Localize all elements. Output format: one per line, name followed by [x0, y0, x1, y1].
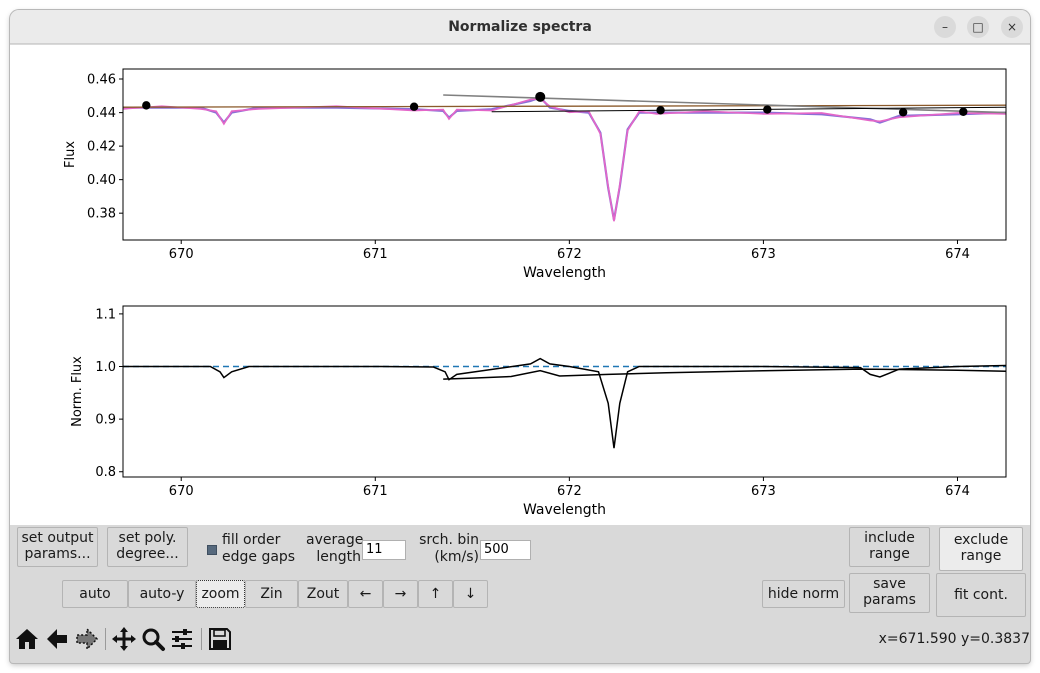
x-tick-label: 672: [557, 247, 582, 262]
back-icon[interactable]: [44, 626, 70, 652]
spectrum-line-a: [123, 96, 1007, 221]
plots-svg[interactable]: 670 671 672 673 674 0.38 0.40 0.42 0.44 0.46 Wavel…: [10, 45, 1030, 525]
axes-frame: [122, 305, 1007, 478]
fill-gaps-label-2: edge gaps: [222, 549, 296, 565]
zoom-in-button[interactable]: Zin: [245, 580, 298, 608]
set-output-params-label-2: params...: [24, 546, 91, 562]
average-length-label-2: length: [316, 549, 361, 565]
x-tick-label: 674: [945, 247, 970, 262]
continuum-point: [656, 106, 665, 115]
fill-gaps-label-1: fill order: [222, 532, 281, 548]
x-tick-label: 670: [169, 484, 194, 499]
x-tick-label: 671: [363, 484, 388, 499]
minimize-button[interactable]: –: [934, 16, 956, 38]
zoom-button[interactable]: zoom: [196, 580, 245, 608]
save-icon[interactable]: [207, 626, 233, 652]
maximize-button[interactable]: □: [967, 16, 989, 38]
include-range-label-1: include: [864, 530, 915, 546]
title-bar: Normalize spectra – □ ×: [10, 10, 1030, 44]
average-length-label-1: average: [306, 532, 364, 548]
fill-gaps-label: fill order edge gaps: [222, 532, 295, 566]
auto-button[interactable]: auto: [62, 580, 128, 608]
y-tick-label: 1.0: [95, 360, 116, 375]
exclude-range-label-1: exclude: [953, 532, 1009, 548]
pan-left-button[interactable]: ←: [348, 580, 383, 608]
x-axis-label: Wavelength: [523, 502, 606, 518]
forward-icon[interactable]: [74, 626, 100, 652]
spectrum-line-b: [122, 97, 1007, 222]
auto-y-button[interactable]: auto-y: [128, 580, 196, 608]
y-tick-label: 0.46: [87, 73, 116, 88]
y-tick-label: 0.40: [87, 173, 116, 188]
save-params-label-1: save: [873, 576, 906, 592]
x-tick-label: 673: [751, 484, 776, 499]
normalized-line: [443, 368, 1007, 380]
set-poly-degree-label-1: set poly.: [118, 530, 177, 546]
pan-up-button[interactable]: ↑: [418, 580, 453, 608]
search-bin-label-1: srch. bin: [419, 532, 479, 548]
fill-gaps-checkbox[interactable]: [207, 545, 217, 555]
save-params-button[interactable]: save params: [849, 573, 930, 613]
pan-down-button[interactable]: ↓: [453, 580, 488, 608]
x-tick-label: 674: [945, 484, 970, 499]
window-title: Normalize spectra: [448, 19, 592, 35]
search-bin-label: srch. bin (km/s): [415, 532, 479, 566]
cursor-coordinates: x=671.590 y=0.3837: [878, 631, 1030, 647]
toolbar-separator: [105, 628, 106, 650]
include-range-label-2: range: [869, 546, 910, 562]
fit-cont-button[interactable]: fit cont.: [936, 573, 1026, 617]
configure-subplots-icon[interactable]: [169, 626, 195, 652]
toolbar-separator: [201, 628, 202, 650]
continuum-point: [142, 101, 151, 110]
y-tick-label: 1.1: [95, 307, 116, 322]
y-tick-label: 0.42: [87, 140, 116, 155]
home-icon[interactable]: [14, 626, 40, 652]
exclude-range-button[interactable]: exclude range: [939, 527, 1023, 571]
y-tick-label: 0.9: [95, 413, 116, 428]
zoom-icon[interactable]: [140, 626, 166, 652]
set-poly-degree-button[interactable]: set poly. degree...: [107, 527, 188, 567]
y-axis-label: Flux: [63, 141, 78, 168]
y-tick-label: 0.44: [87, 106, 116, 121]
normalized-line: [123, 357, 1007, 449]
pan-right-button[interactable]: →: [383, 580, 418, 608]
save-params-label-2: params: [863, 592, 916, 608]
continuum-point: [763, 105, 772, 114]
axes-frame: [122, 68, 1007, 241]
exclude-range-label-2: range: [960, 548, 1002, 564]
include-range-button[interactable]: include range: [849, 527, 930, 567]
x-tick-label: 670: [169, 247, 194, 262]
y-axis-label: Norm. Flux: [70, 356, 85, 427]
zoom-out-button[interactable]: Zout: [298, 580, 348, 608]
x-tick-label: 673: [751, 247, 776, 262]
x-tick-label: 672: [557, 484, 582, 499]
continuum-line: [122, 104, 1007, 108]
set-output-params-button[interactable]: set output params...: [17, 527, 98, 567]
close-button[interactable]: ×: [1001, 16, 1023, 38]
search-bin-label-2: (km/s): [434, 549, 479, 565]
continuum-point: [959, 107, 968, 116]
x-tick-label: 671: [363, 247, 388, 262]
average-length-label: average length: [306, 532, 364, 566]
set-output-params-label-1: set output: [21, 530, 94, 546]
set-poly-degree-label-2: degree...: [116, 546, 179, 562]
plot-canvas[interactable]: 670 671 672 673 674 0.38 0.40 0.42 0.44 0.46 Wavel…: [10, 45, 1030, 525]
pan-icon[interactable]: [111, 626, 137, 652]
search-bin-input[interactable]: 500: [480, 540, 531, 560]
y-tick-label: 0.38: [87, 207, 116, 222]
continuum-point: [898, 108, 908, 117]
x-axis-label: Wavelength: [523, 265, 606, 281]
app-window: Normalize spectra – □ × 670 671 672 673 674 0…: [10, 10, 1030, 663]
continuum-point: [409, 102, 419, 111]
average-length-input[interactable]: 11: [362, 540, 406, 560]
hide-norm-button[interactable]: hide norm: [762, 580, 845, 608]
y-tick-label: 0.8: [95, 465, 116, 480]
continuum-point: [535, 91, 546, 102]
